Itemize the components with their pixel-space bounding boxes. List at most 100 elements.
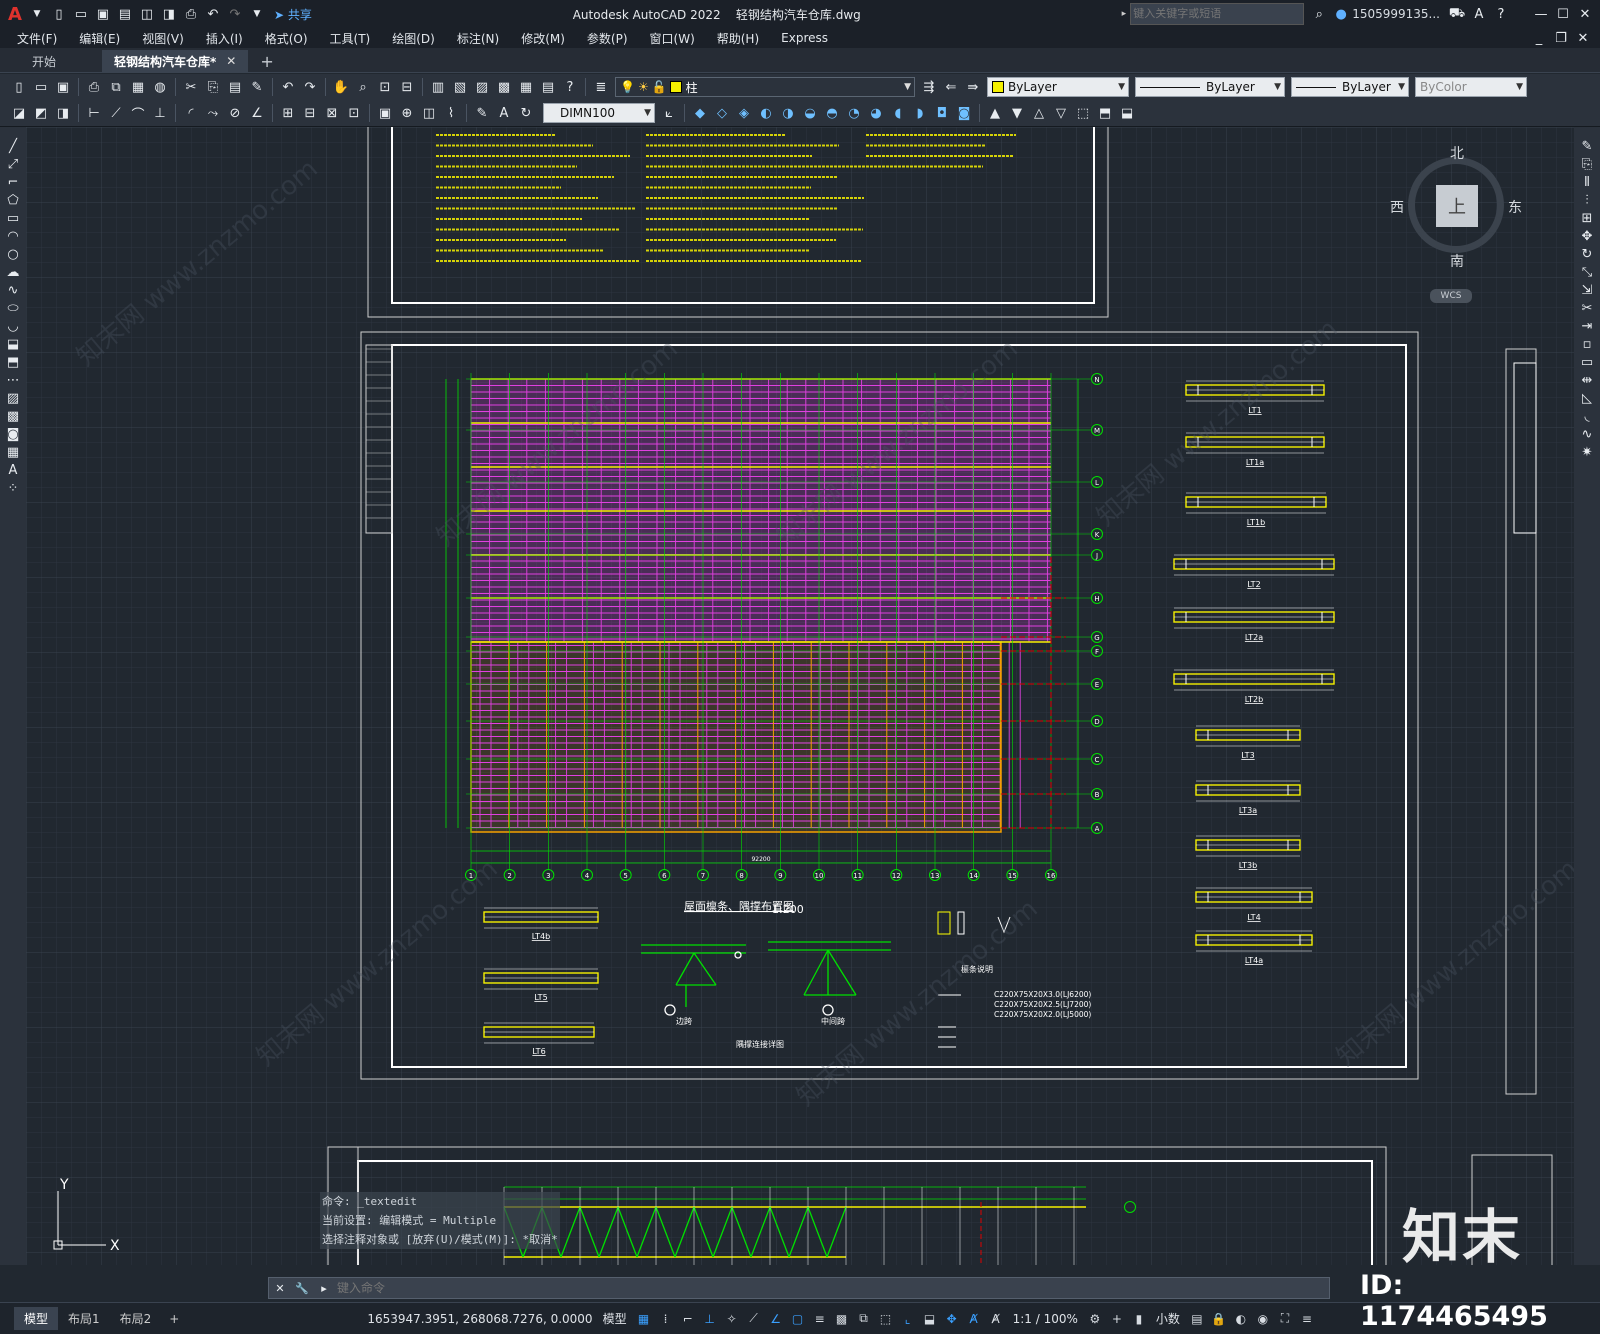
new-tab-button[interactable]: + — [248, 50, 285, 72]
dynamic-ucs-icon[interactable]: ⌞ — [898, 1309, 918, 1329]
tool-palettes-icon[interactable]: ▨ — [473, 78, 491, 96]
redo-icon[interactable]: ↷ — [226, 5, 244, 23]
isolate-objects-icon[interactable]: ◐ — [1231, 1309, 1251, 1329]
command-input[interactable] — [335, 1278, 1329, 1298]
units-icon[interactable]: ▮ — [1129, 1309, 1149, 1329]
layer-previous-icon[interactable]: ⇐ — [942, 78, 960, 96]
ellipse-icon[interactable]: ⬭ — [4, 299, 22, 317]
redo-toolbar-icon[interactable]: ↷ — [301, 78, 319, 96]
search-expand-icon[interactable]: ▸ — [1122, 9, 1127, 19]
trim-icon[interactable]: ✂ — [1578, 299, 1596, 317]
menu-tools[interactable]: 工具(T) — [319, 30, 382, 47]
close-window-icon[interactable]: ✕ — [1576, 5, 1594, 23]
polyline-icon[interactable]: ⌐ — [4, 173, 22, 191]
modify-rotate-icon[interactable]: ◈ — [735, 104, 753, 122]
make-layer-current-icon[interactable]: ⇶ — [920, 78, 938, 96]
auto-scale-icon[interactable]: Ⱥ — [986, 1309, 1006, 1329]
break-point-icon[interactable]: ▫ — [1578, 335, 1596, 353]
workspace-switch-icon[interactable]: ⚙ — [1085, 1309, 1105, 1329]
save-as-icon[interactable]: ▤ — [116, 5, 134, 23]
wcs-button[interactable]: WCS — [1430, 289, 1472, 303]
lineweight-dropdown[interactable]: ByLayer ▼ — [1291, 77, 1409, 97]
modify-chamfer-icon[interactable]: ◗ — [911, 104, 929, 122]
add-selected-icon[interactable]: ⁘ — [4, 479, 22, 497]
menu-express[interactable]: Express — [770, 31, 839, 45]
blend-icon[interactable]: ∿ — [1578, 425, 1596, 443]
menu-modify[interactable]: 修改(M) — [510, 30, 576, 47]
explode-icon[interactable]: ✷ — [1578, 443, 1596, 461]
attribute-icon[interactable]: ⬓ — [1118, 104, 1136, 122]
tab-drawing[interactable]: 轻钢结构汽车仓库* ✕ — [102, 50, 249, 72]
rectangle-icon[interactable]: ▭ — [4, 209, 22, 227]
revcloud-icon[interactable]: ☁ — [4, 263, 22, 281]
break-icon[interactable]: ▭ — [1578, 353, 1596, 371]
continue-dim-icon[interactable]: ⊠ — [323, 104, 341, 122]
dim-space-icon[interactable]: ⊡ — [345, 104, 363, 122]
close-tab-icon[interactable]: ✕ — [226, 54, 236, 68]
share-button[interactable]: ➤ 共享 — [274, 6, 312, 23]
menu-insert[interactable]: 插入(I) — [195, 30, 254, 47]
draworder-back-icon[interactable]: ▼ — [1008, 104, 1026, 122]
menu-dimension[interactable]: 标注(N) — [446, 30, 510, 47]
modify-explode-icon[interactable]: ◙ — [955, 104, 973, 122]
layout-tab-1[interactable]: 布局1 — [58, 1307, 110, 1330]
dim-edit-icon[interactable]: ✎ — [473, 104, 491, 122]
autodesk-account-icon[interactable]: A — [1470, 5, 1488, 23]
spline-icon[interactable]: ∿ — [4, 281, 22, 299]
add-layout-button[interactable]: + — [161, 1309, 187, 1329]
selection-filter-icon[interactable]: ⬓ — [920, 1309, 940, 1329]
menu-view[interactable]: 视图(V) — [131, 30, 195, 47]
draworder-under-icon[interactable]: ▽ — [1052, 104, 1070, 122]
units-readout[interactable]: 小数 — [1156, 1310, 1180, 1327]
cut-icon[interactable]: ✂ — [182, 78, 200, 96]
pan-icon[interactable]: ✋ — [332, 78, 350, 96]
array-icon[interactable]: ⊞ — [1578, 209, 1596, 227]
mirror-icon[interactable]: ⫴ — [1578, 173, 1596, 191]
web-save-icon[interactable]: ◨ — [160, 5, 178, 23]
layout-tab-model[interactable]: 模型 — [14, 1307, 59, 1330]
isodraft-icon[interactable]: ⟋ — [744, 1309, 764, 1329]
zoom-previous-icon[interactable]: ⊟ — [398, 78, 416, 96]
angular-dim-icon[interactable]: ∠ — [248, 104, 266, 122]
modify-move-icon[interactable]: ◆ — [691, 104, 709, 122]
grid-icon[interactable]: ▦ — [634, 1309, 654, 1329]
zoom-realtime-icon[interactable]: ⌕ — [354, 78, 372, 96]
plot-icon[interactable]: ⎙ — [182, 5, 200, 23]
3d-print-icon[interactable]: ◍ — [151, 78, 169, 96]
quick-dim-icon[interactable]: ⊞ — [279, 104, 297, 122]
chamfer-icon[interactable]: ◺ — [1578, 389, 1596, 407]
annotation-visibility-icon[interactable]: Ⱥ — [964, 1309, 984, 1329]
menu-file[interactable]: 文件(F) — [6, 30, 68, 47]
snap-icon[interactable]: ⁞ — [656, 1309, 676, 1329]
help-toolbar-icon[interactable]: ? — [561, 78, 579, 96]
dim-override-icon[interactable]: ⟀ — [660, 104, 678, 122]
line-icon[interactable]: ╱ — [4, 137, 22, 155]
viewcube-east[interactable]: 东 — [1508, 197, 1522, 217]
model-space-button[interactable]: 模型 — [603, 1310, 627, 1327]
diameter-dim-icon[interactable]: ⊘ — [226, 104, 244, 122]
ellipse-arc-icon[interactable]: ◡ — [4, 317, 22, 335]
menu-format[interactable]: 格式(O) — [254, 30, 319, 47]
doc-minimize-icon[interactable]: _ — [1530, 29, 1548, 47]
modify-scale-icon[interactable]: ◑ — [779, 104, 797, 122]
dimstyle-dropdown[interactable]: DIMN100 ▼ — [543, 103, 655, 123]
viewcube[interactable]: 上 北 南 西 东 WCS — [1390, 146, 1522, 303]
insert-icon[interactable]: ⬓ — [4, 335, 22, 353]
block-icon[interactable]: ⬒ — [4, 353, 22, 371]
viewcube-north[interactable]: 北 — [1450, 143, 1464, 163]
viewcube-top-face[interactable]: 上 — [1436, 185, 1478, 227]
menu-window[interactable]: 窗口(W) — [639, 30, 706, 47]
viewcube-west[interactable]: 西 — [1390, 197, 1404, 217]
draworder-above-icon[interactable]: △ — [1030, 104, 1048, 122]
polar-tracking-icon[interactable]: ✧ — [722, 1309, 742, 1329]
menu-edit[interactable]: 编辑(E) — [68, 30, 131, 47]
properties-icon[interactable]: ▥ — [429, 78, 447, 96]
jogged-linear-icon[interactable]: ⌇ — [442, 104, 460, 122]
object-snap-tracking-icon[interactable]: ∠ — [766, 1309, 786, 1329]
join-icon[interactable]: ⇹ — [1578, 371, 1596, 389]
maximize-icon[interactable]: ☐ — [1554, 5, 1572, 23]
save-icon[interactable]: ▣ — [94, 5, 112, 23]
make-block-icon[interactable]: ⬒ — [1096, 104, 1114, 122]
color-dropdown[interactable]: ByLayer ▼ — [987, 77, 1129, 97]
dim-style-icon[interactable]: ◨ — [54, 104, 72, 122]
